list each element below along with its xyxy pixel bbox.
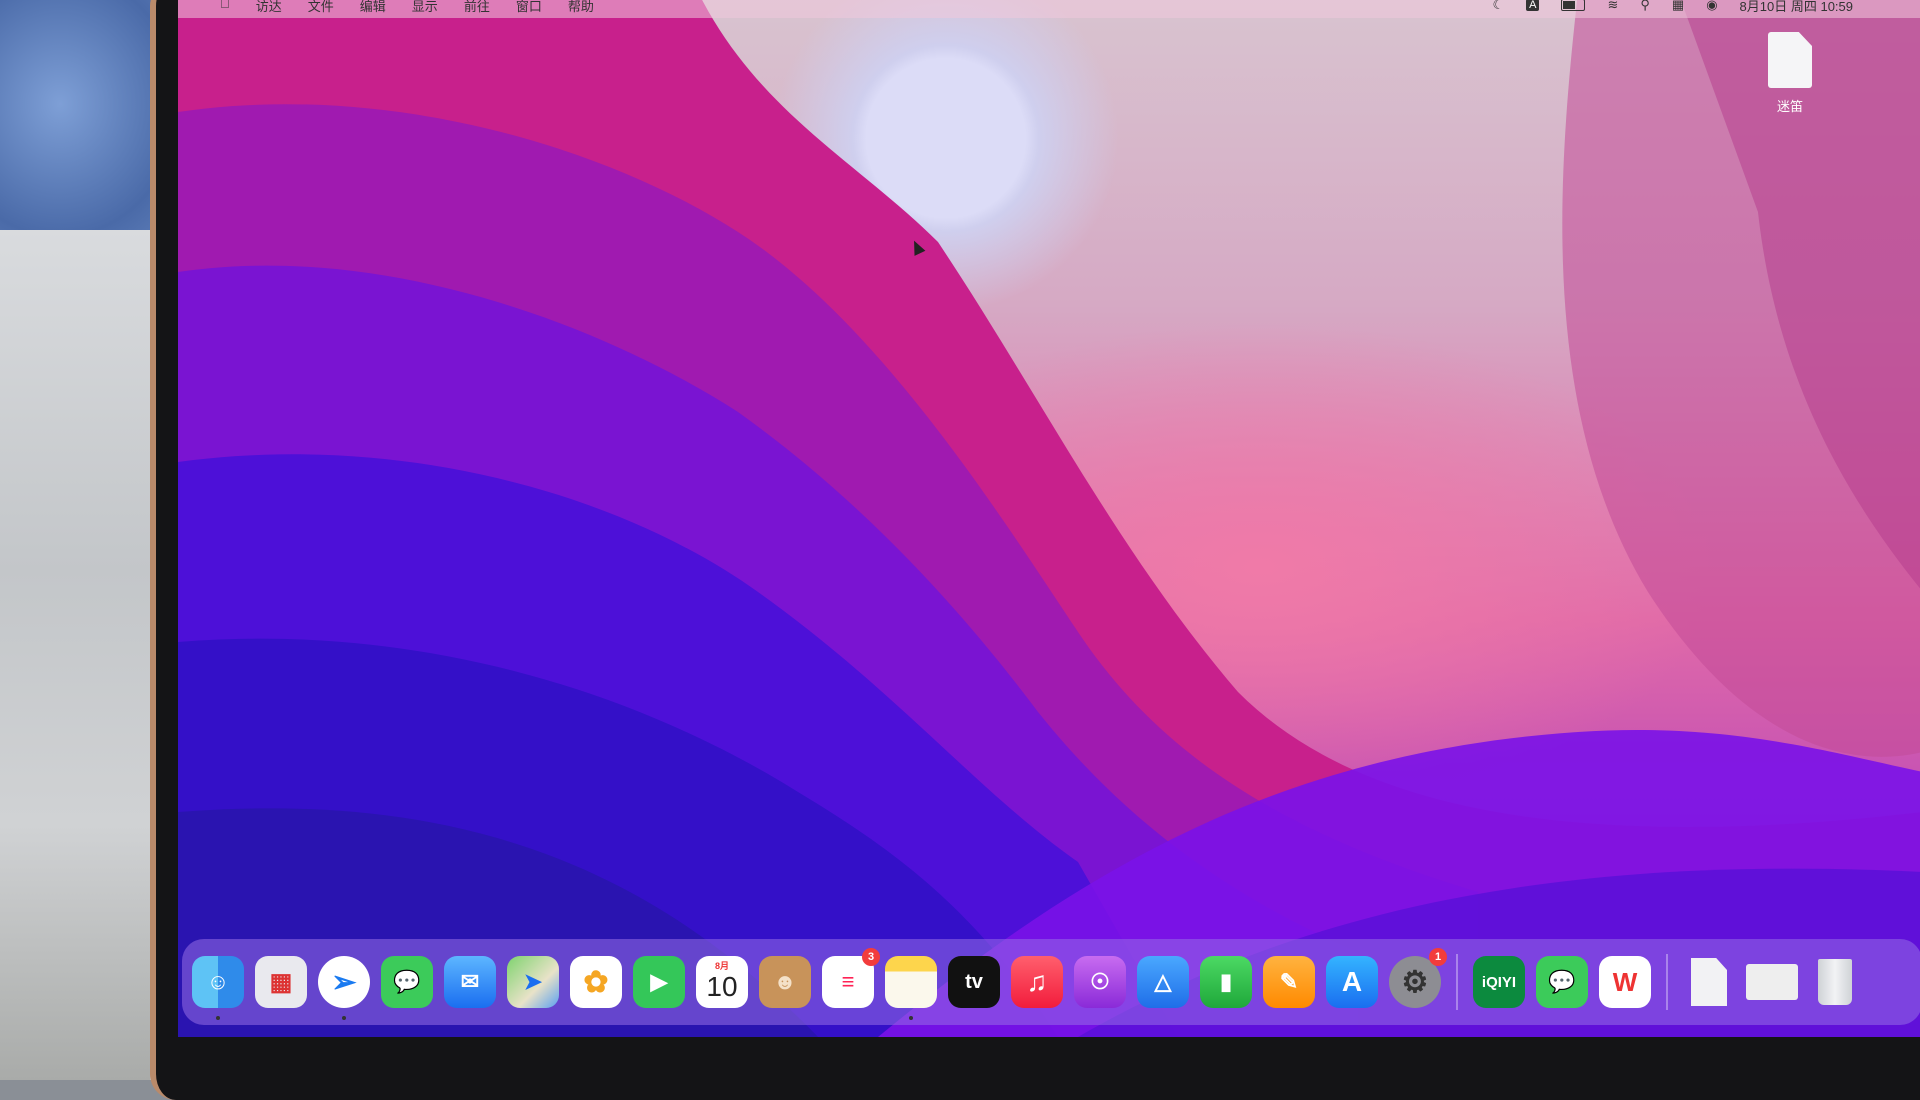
moon-icon[interactable]: ☾: [1492, 0, 1504, 13]
dock-safari[interactable]: ➢: [318, 956, 370, 1020]
desktop-file-label: 迷笛: [1776, 99, 1803, 114]
wifi-icon[interactable]: ≋: [1607, 0, 1618, 13]
spotlight-search-icon[interactable]: ⚲: [1640, 0, 1650, 13]
dock-reminders[interactable]: ≡ 3: [822, 948, 880, 1008]
document-icon: [1691, 958, 1727, 1006]
running-indicator: [909, 1016, 913, 1020]
screen-icon: [1746, 964, 1798, 1000]
dock-pages[interactable]: ✎: [1263, 956, 1315, 1008]
dock-wechat[interactable]: 💬: [1536, 956, 1588, 1008]
dock-contacts[interactable]: ☻: [759, 956, 811, 1008]
dock-appstore[interactable]: A: [1326, 956, 1378, 1008]
music-icon: ♫: [1026, 966, 1048, 997]
tv-icon: tv: [965, 970, 983, 993]
white-cloth: [0, 230, 150, 1080]
dock-document[interactable]: [1683, 956, 1735, 1008]
reminders-icon: ≡: [841, 969, 855, 994]
running-indicator: [342, 1016, 346, 1020]
dock-music[interactable]: ♫: [1011, 956, 1063, 1008]
maps-icon: ➤: [523, 969, 543, 994]
document-icon: [1768, 32, 1812, 88]
mail-icon: ✉: [460, 969, 480, 994]
clock[interactable]: 8月10日 周四 10:59: [1740, 0, 1853, 15]
launchpad-icon: ▦: [269, 968, 293, 996]
dock-trash[interactable]: [1809, 956, 1861, 1008]
menu-edit[interactable]: 编辑: [360, 0, 386, 15]
numbers-icon: ▮: [1219, 969, 1233, 994]
menu-file[interactable]: 文件: [308, 0, 334, 15]
settings-icon: ⚙: [1401, 965, 1429, 999]
menu-view[interactable]: 显示: [412, 0, 438, 15]
control-center-icon[interactable]: ▦: [1672, 0, 1684, 13]
pages-icon: ✎: [1279, 969, 1299, 994]
wps-icon: W: [1612, 966, 1638, 997]
finder-icon: ☺: [206, 969, 230, 994]
calendar-month: 8月: [714, 961, 729, 971]
dock-notes[interactable]: [885, 956, 937, 1020]
reminders-badge: 3: [862, 948, 880, 966]
menu-window[interactable]: 窗口: [516, 0, 542, 15]
dock-wps[interactable]: W: [1599, 956, 1651, 1008]
calendar-day: 10: [706, 971, 738, 1002]
dock-keynote[interactable]: △: [1137, 956, 1189, 1008]
dock-photos[interactable]: ✿: [570, 956, 622, 1008]
dock-maps[interactable]: ➤: [507, 956, 559, 1008]
keynote-icon: △: [1154, 969, 1172, 994]
input-source-icon[interactable]: A: [1526, 0, 1540, 11]
dock-mail[interactable]: ✉: [444, 956, 496, 1008]
dock-podcasts[interactable]: ☉: [1074, 956, 1126, 1008]
messages-icon: 💬: [393, 969, 421, 994]
desktop-screen:  访达 文件 编辑 显示 前往 窗口 帮助 ☾ A ≋ ⚲ ▦ ◉ 8月10日…: [178, 0, 1920, 1037]
dock-separator: [1456, 954, 1458, 1010]
dock-facetime[interactable]: ▶: [633, 956, 685, 1008]
dock-system-settings[interactable]: ⚙ 1: [1389, 948, 1447, 1008]
wechat-icon: 💬: [1548, 969, 1576, 994]
running-indicator: [216, 1016, 220, 1020]
dock-tv[interactable]: tv: [948, 956, 1000, 1008]
menu-bar:  访达 文件 编辑 显示 前往 窗口 帮助 ☾ A ≋ ⚲ ▦ ◉ 8月10日…: [178, 0, 1920, 18]
dock-finder[interactable]: ☺: [192, 956, 244, 1020]
dock: ☺ ▦ ➢ 💬 ✉ ➤ ✿ ▶ 8月 10 ☻ ≡ 3 tv ♫ ☉ △ ▮ ✎…: [182, 939, 1920, 1025]
dock-numbers[interactable]: ▮: [1200, 956, 1252, 1008]
dock-messages[interactable]: 💬: [381, 956, 433, 1008]
dock-launchpad[interactable]: ▦: [255, 956, 307, 1008]
siri-icon[interactable]: ◉: [1706, 0, 1717, 13]
battery-icon[interactable]: [1561, 0, 1586, 11]
iqiyi-icon: iQIYI: [1481, 973, 1517, 991]
photos-icon: ✿: [583, 965, 609, 999]
menu-help[interactable]: 帮助: [568, 0, 594, 15]
wallpaper-waves: [178, 0, 1920, 1037]
dock-screen[interactable]: [1746, 956, 1798, 1008]
menu-finder[interactable]: 访达: [256, 0, 282, 15]
dock-separator: [1666, 954, 1668, 1010]
dock-calendar[interactable]: 8月 10: [696, 956, 748, 1008]
menu-go[interactable]: 前往: [464, 0, 490, 15]
settings-badge: 1: [1429, 948, 1447, 966]
appstore-icon: A: [1341, 966, 1363, 997]
safari-icon: ➢: [331, 965, 357, 999]
desktop-file[interactable]: 迷笛: [1750, 32, 1830, 115]
trash-icon: [1818, 959, 1852, 1005]
podcasts-icon: ☉: [1090, 969, 1110, 994]
contacts-icon: ☻: [773, 969, 797, 994]
dock-iqiyi[interactable]: iQIYI: [1473, 956, 1525, 1008]
facetime-icon: ▶: [650, 969, 668, 994]
apple-menu-icon[interactable]: : [220, 0, 230, 15]
